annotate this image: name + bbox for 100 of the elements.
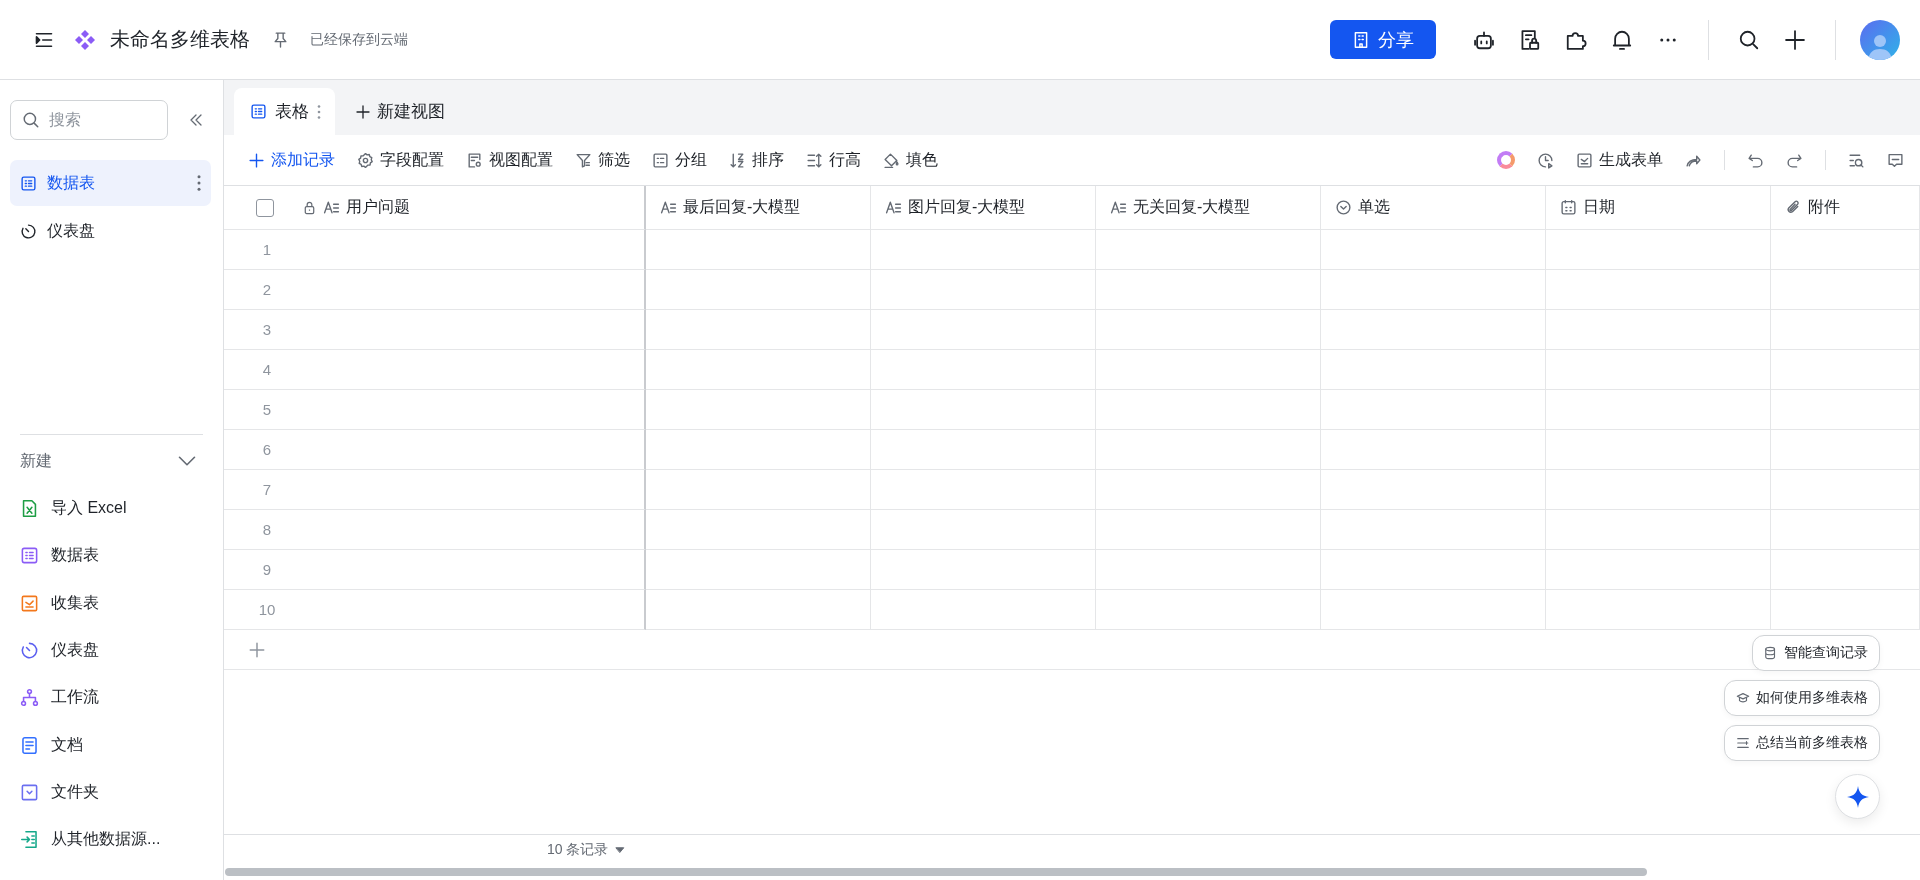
table-cell[interactable] — [646, 510, 871, 550]
create-item[interactable]: 收集表 — [10, 579, 211, 627]
toolbar-button[interactable]: 排序 — [729, 145, 784, 175]
table-cell[interactable] — [871, 270, 1096, 310]
table-cell[interactable] — [1096, 590, 1321, 630]
table-cell[interactable] — [1321, 510, 1546, 550]
suggestion-chip[interactable]: 如何使用多维表格 — [1724, 680, 1880, 716]
table-cell[interactable] — [1546, 310, 1771, 350]
create-item[interactable]: 文件夹 — [10, 768, 211, 817]
table-cell[interactable] — [1321, 590, 1546, 630]
create-item[interactable]: 导入 Excel — [10, 485, 211, 533]
table-cell[interactable] — [1771, 270, 1920, 310]
search-field[interactable]: 搜索 — [10, 100, 168, 140]
column-header[interactable]: 图片回复-大模型 — [908, 197, 1026, 218]
collapse-sidebar-button[interactable] — [188, 112, 204, 128]
user-avatar[interactable] — [1860, 19, 1900, 60]
table-cell[interactable] — [1546, 390, 1771, 430]
table-cell[interactable] — [1771, 470, 1920, 510]
table-cell[interactable] — [1771, 550, 1920, 590]
table-cell[interactable] — [646, 430, 871, 470]
table-cell[interactable] — [871, 470, 1096, 510]
table-cell[interactable] — [871, 430, 1096, 470]
table-cell[interactable] — [1096, 430, 1321, 470]
table-cell[interactable] — [1771, 510, 1920, 550]
toolbar-button[interactable]: 添加记录 — [248, 145, 335, 175]
table-cell[interactable] — [646, 310, 871, 350]
table-cell[interactable] — [1771, 310, 1920, 350]
column-header[interactable]: 用户问题 — [346, 197, 410, 218]
suggestion-chip[interactable]: 智能查询记录 — [1752, 635, 1880, 671]
table-cell[interactable] — [1321, 310, 1546, 350]
table-cell[interactable] — [1321, 350, 1546, 390]
table-cell[interactable] — [1546, 590, 1771, 630]
ai-assistant-button[interactable] — [1497, 151, 1515, 169]
toolbar-button[interactable]: 字段配置 — [357, 145, 444, 175]
table-cell[interactable] — [1321, 230, 1546, 270]
table-cell[interactable] — [646, 350, 871, 390]
table-cell[interactable] — [1546, 510, 1771, 550]
table-cell[interactable] — [1771, 230, 1920, 270]
table-cell[interactable] — [646, 470, 871, 510]
table-cell[interactable] — [1771, 430, 1920, 470]
table-cell[interactable] — [1321, 270, 1546, 310]
table-cell[interactable] — [1096, 470, 1321, 510]
table-cell[interactable] — [646, 230, 871, 270]
table-cell[interactable] — [1546, 230, 1771, 270]
table-cell[interactable] — [1321, 430, 1546, 470]
add-row-button[interactable] — [248, 640, 266, 659]
sidebar-item[interactable]: 仪表盘 — [10, 208, 211, 254]
create-item[interactable]: 工作流 — [10, 674, 211, 722]
toolbar-button[interactable]: 视图配置 — [466, 145, 553, 175]
table-cell[interactable] — [1546, 470, 1771, 510]
create-item[interactable]: 仪表盘 — [10, 626, 211, 675]
document-title[interactable]: 未命名多维表格 — [110, 26, 250, 53]
table-cell[interactable] — [1321, 470, 1546, 510]
table-cell[interactable] — [646, 270, 871, 310]
table-cell[interactable] — [871, 350, 1096, 390]
create-item[interactable]: 数据表 — [10, 532, 211, 580]
create-item[interactable]: 从其他数据源... — [10, 816, 211, 864]
table-cell[interactable] — [1546, 350, 1771, 390]
table-cell[interactable] — [1096, 310, 1321, 350]
column-header[interactable]: 单选 — [1358, 197, 1390, 218]
table-cell[interactable] — [871, 510, 1096, 550]
table-cell[interactable] — [1096, 510, 1321, 550]
column-header[interactable]: 附件 — [1808, 197, 1840, 218]
share-button[interactable]: 分享 — [1330, 20, 1436, 59]
table-cell[interactable] — [646, 590, 871, 630]
table-cell[interactable] — [871, 310, 1096, 350]
table-cell[interactable] — [1321, 390, 1546, 430]
table-cell[interactable] — [871, 390, 1096, 430]
table-cell[interactable] — [1096, 550, 1321, 590]
table-cell[interactable] — [1096, 390, 1321, 430]
toolbar-button[interactable]: 填色 — [883, 145, 938, 175]
toolbar-button[interactable]: 分组 — [652, 145, 707, 175]
toolbar-button[interactable]: 筛选 — [575, 145, 630, 175]
sidebar-item[interactable]: 数据表 — [10, 160, 211, 206]
table-cell[interactable] — [646, 390, 871, 430]
toolbar-button[interactable]: 生成表单 — [1576, 145, 1663, 175]
record-count-dropdown[interactable]: 10 条记录 — [547, 834, 627, 865]
column-header[interactable]: 日期 — [1583, 197, 1615, 218]
table-cell[interactable] — [1546, 270, 1771, 310]
table-cell[interactable] — [871, 230, 1096, 270]
column-header[interactable]: 最后回复-大模型 — [683, 197, 801, 218]
table-cell[interactable] — [1096, 230, 1321, 270]
table-cell[interactable] — [1096, 350, 1321, 390]
new-view-button[interactable]: 新建视图 — [347, 88, 453, 135]
table-cell[interactable] — [1546, 550, 1771, 590]
toolbar-button[interactable]: 行高 — [806, 145, 861, 175]
table-cell[interactable] — [646, 550, 871, 590]
table-cell[interactable] — [1321, 550, 1546, 590]
table-cell[interactable] — [871, 550, 1096, 590]
table-cell[interactable] — [1771, 390, 1920, 430]
suggestion-chip[interactable]: 总结当前多维表格 — [1724, 725, 1880, 761]
table-cell[interactable] — [1096, 270, 1321, 310]
table-cell[interactable] — [1771, 350, 1920, 390]
create-item[interactable]: 文档 — [10, 721, 211, 769]
more-vertical-icon[interactable] — [197, 175, 201, 191]
more-vertical-icon[interactable] — [317, 104, 321, 119]
view-tab[interactable]: 表格 — [234, 88, 335, 135]
table-cell[interactable] — [871, 590, 1096, 630]
scrollbar-thumb[interactable] — [225, 868, 1647, 876]
select-all-checkbox[interactable] — [256, 198, 274, 217]
